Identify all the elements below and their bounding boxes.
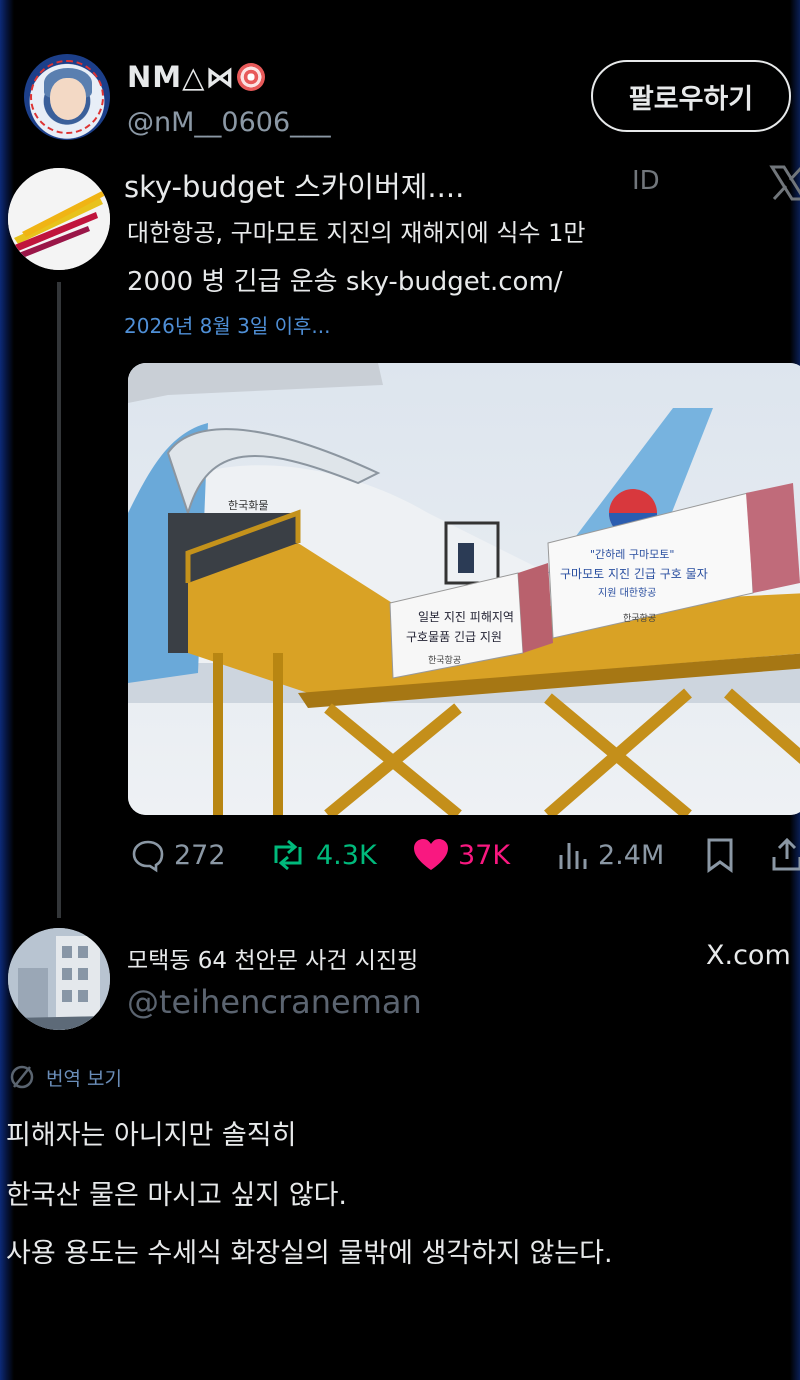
- reply-count: 272: [174, 839, 226, 871]
- card-description-line1: 대한항공, 구마모토 지진의 재해지에 식수 1만: [127, 219, 586, 247]
- like-count: 37K: [458, 839, 511, 871]
- banner2-line4: 한국항공: [623, 613, 656, 624]
- banner2-line2: 구마모토 지진 긴급 구호 물자: [560, 567, 708, 581]
- cargo-loading-photo[interactable]: 한국화물 일본 지진 피해지역 구호물품 긴급 지원 한국항공 "간하레 구마모…: [128, 363, 800, 815]
- reply-author-name[interactable]: 모택동 64 천안문 사건 시진핑: [127, 941, 418, 975]
- card-title[interactable]: sky-budget 스카이버제....: [124, 164, 464, 206]
- banner1-line3: 한국항공: [428, 655, 461, 666]
- repost-count: 4.3K: [316, 839, 377, 871]
- reply-author-handle[interactable]: @teihencraneman: [127, 983, 422, 1021]
- id-badge: ID: [632, 166, 660, 196]
- action-bar: 272 4.3K 37K 2.4M: [128, 832, 800, 878]
- like-button[interactable]: 37K: [412, 832, 510, 878]
- reply-avatar[interactable]: [8, 928, 110, 1030]
- reply-icon: [132, 840, 164, 873]
- reply-text-line3: 사용 용도는 수세식 화장실의 물밖에 생각하지 않는다.: [6, 1238, 613, 1269]
- photo-illustration: 한국화물 일본 지진 피해지역 구호물품 긴급 지원 한국항공 "간하레 구마모…: [128, 363, 800, 815]
- heart-icon: [414, 839, 448, 870]
- reply-button[interactable]: 272: [130, 832, 226, 878]
- avatar-face: [50, 78, 86, 120]
- translate-button[interactable]: 번역 보기: [8, 1063, 122, 1091]
- share-button[interactable]: [770, 832, 800, 878]
- fuselage-text: 한국화물: [228, 499, 268, 512]
- share-icon: [772, 837, 800, 871]
- views-icon: [559, 843, 587, 869]
- views-count: 2.4M: [598, 839, 665, 871]
- badge-emoji-icon: [237, 63, 266, 91]
- translate-label: 번역 보기: [46, 1067, 122, 1090]
- thread-line: [57, 282, 61, 918]
- banner2-line1: "간하레 구마모토": [590, 547, 674, 561]
- card-description-line2: 2000 병 긴급 운송 sky-budget.com/: [127, 267, 563, 297]
- follow-button[interactable]: 팔로우하기: [591, 60, 791, 132]
- author-name[interactable]: NM△⋈: [127, 60, 266, 94]
- x-logo-icon[interactable]: [768, 163, 800, 203]
- banner1-line1: 일본 지진 피해지역: [418, 610, 514, 624]
- repost-button[interactable]: 4.3K: [268, 832, 377, 878]
- bookmark-button[interactable]: [704, 832, 744, 878]
- banner1-line2: 구호물품 긴급 지원: [406, 630, 502, 644]
- airline-logo-icon: [8, 168, 110, 270]
- source-label[interactable]: X.com: [706, 940, 791, 971]
- reply-text-line1: 피해자는 아니지만 솔직히: [6, 1120, 297, 1151]
- bookmark-icon: [707, 838, 733, 873]
- author-name-text: NM△⋈: [127, 60, 236, 94]
- author-avatar[interactable]: [24, 54, 110, 140]
- repost-icon: [274, 839, 302, 871]
- banner2-line3: 지원 대한항공: [598, 587, 656, 599]
- building-photo-icon: [8, 928, 110, 1030]
- author-handle[interactable]: @nM__0606___: [127, 107, 331, 138]
- translate-icon: [10, 1065, 34, 1089]
- reply-text-line2: 한국산 물은 마시고 싶지 않다.: [6, 1180, 347, 1211]
- views-button[interactable]: 2.4M: [556, 832, 664, 878]
- card-avatar[interactable]: [8, 168, 110, 270]
- card-date[interactable]: 2026년 8월 3일 이후...: [124, 310, 331, 339]
